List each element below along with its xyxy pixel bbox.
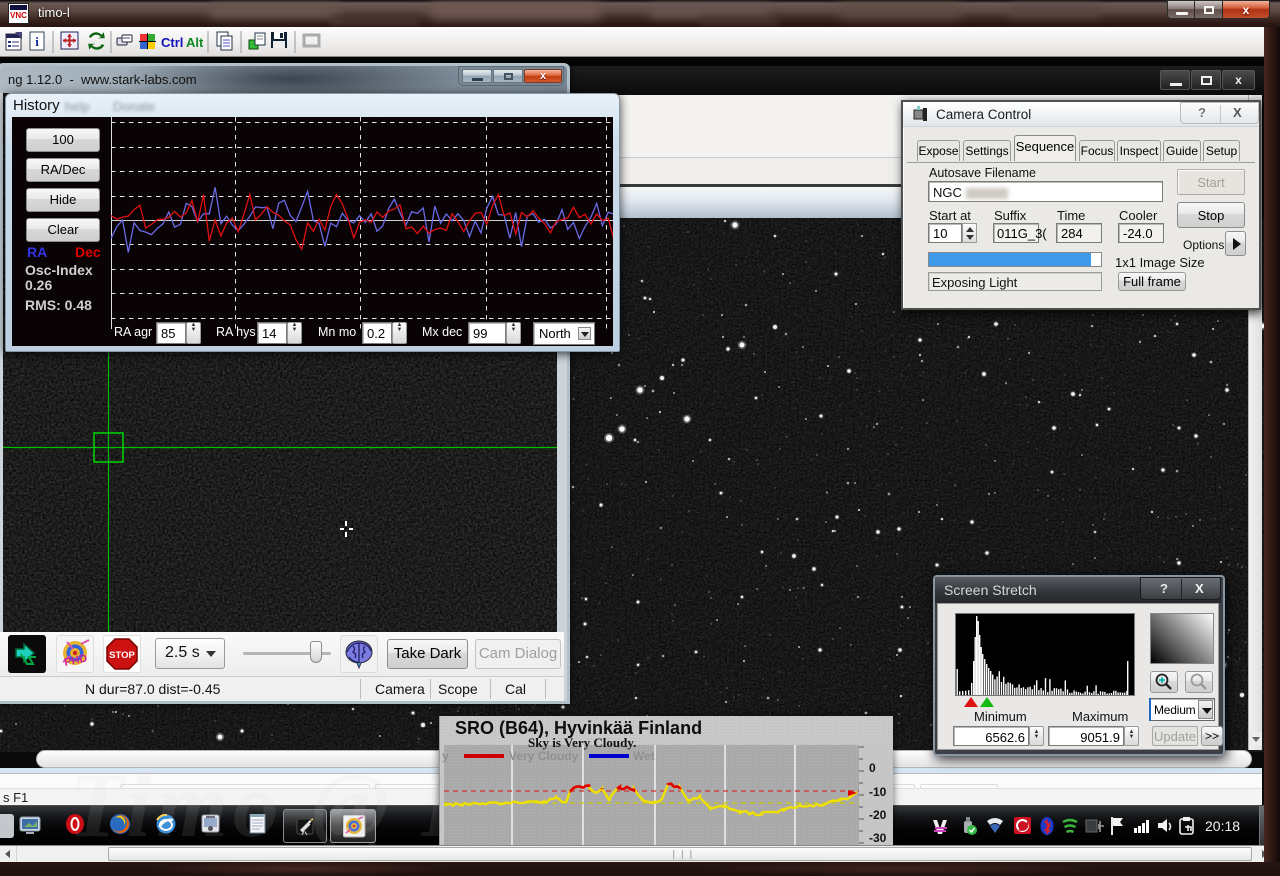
svg-text:i: i [35,34,39,49]
svg-text:Ctrl: Ctrl [161,35,183,50]
svg-text:Alt: Alt [186,35,204,50]
svg-text:STOP: STOP [109,650,135,661]
